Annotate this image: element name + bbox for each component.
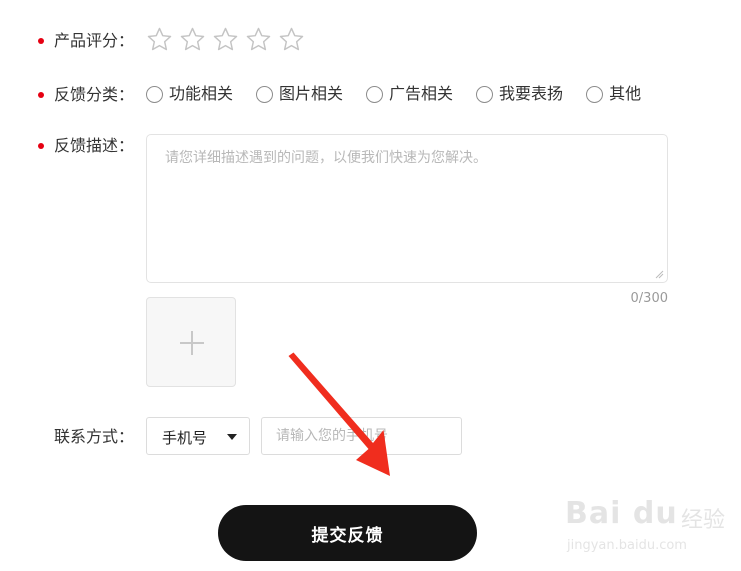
char-counter: 0/300 [630, 291, 668, 306]
category-radio-group: 功能相关 图片相关 广告相关 我要表扬 其他 [146, 84, 664, 104]
star-icon[interactable] [179, 26, 206, 53]
resize-grip-icon[interactable] [655, 270, 664, 279]
description-label: 反馈描述： [54, 136, 135, 155]
watermark-url: jingyan.baidu.com [567, 538, 687, 553]
radio-button[interactable] [586, 85, 604, 103]
phone-input[interactable] [262, 418, 461, 454]
category-option-label: 广告相关 [389, 84, 454, 103]
contact-label: 联系方式： [54, 427, 135, 446]
star-icon[interactable] [146, 26, 173, 53]
category-option[interactable]: 功能相关 [146, 84, 233, 104]
required-marker-rating [38, 38, 44, 44]
category-option[interactable]: 图片相关 [256, 84, 343, 104]
radio-button[interactable] [366, 85, 384, 103]
radio-button[interactable] [256, 85, 274, 103]
category-label: 反馈分类： [54, 85, 135, 104]
star-icon[interactable] [245, 26, 272, 53]
required-marker-category [38, 92, 44, 98]
caret-down-icon [227, 434, 237, 440]
plus-icon [180, 331, 204, 355]
star-icon[interactable] [278, 26, 305, 53]
required-marker-description [38, 143, 44, 149]
submit-feedback-button[interactable]: 提交反馈 [218, 505, 477, 561]
description-textarea-wrapper [146, 134, 668, 283]
rating-label: 产品评分： [54, 31, 135, 50]
description-textarea[interactable] [147, 135, 667, 282]
category-option[interactable]: 其他 [586, 84, 641, 104]
category-option-label: 其他 [609, 84, 642, 103]
star-icon[interactable] [212, 26, 239, 53]
category-option[interactable]: 广告相关 [366, 84, 453, 104]
phone-input-wrapper [261, 417, 462, 455]
radio-button[interactable] [476, 85, 494, 103]
star-rating [146, 26, 305, 53]
radio-button[interactable] [146, 85, 163, 103]
category-option-label: 图片相关 [279, 84, 344, 103]
category-option[interactable]: 我要表扬 [476, 84, 563, 104]
category-option-label: 功能相关 [169, 84, 234, 103]
image-upload-button[interactable] [146, 297, 236, 387]
category-option-label: 我要表扬 [499, 84, 564, 103]
watermark-cn-text: 经验 [681, 508, 726, 533]
contact-type-value: 手机号 [162, 429, 208, 447]
baidu-watermark: Bai du 经验 jingyan.baidu.com [565, 488, 735, 560]
contact-type-select[interactable]: 手机号 [146, 417, 250, 455]
watermark-logo: Bai du [565, 496, 678, 531]
